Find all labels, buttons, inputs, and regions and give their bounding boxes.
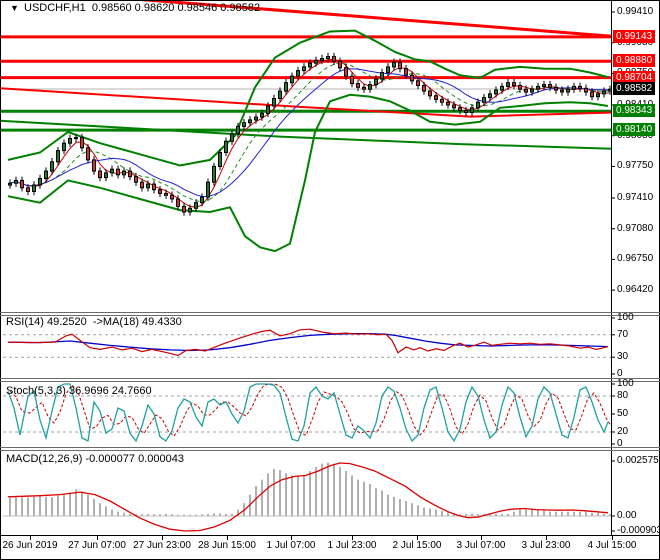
chart-title: USDCHF,H1 0.98560 0.98620 0.98546 0.9858… — [24, 2, 261, 14]
time-axis-label: 26 Jun 2019 — [2, 540, 58, 551]
indicator-level-lines — [3, 334, 611, 517]
price-axis-label: 0.97750 — [617, 160, 654, 172]
time-axis-label: 28 Jun 15:00 — [198, 540, 256, 551]
time-axis: 26 Jun 2019 27 Jun 07:00 27 Jun 23:00 28 Ju… — [0, 536, 660, 560]
stoch-axis-label: 50 — [617, 408, 629, 419]
price-badge: 0.98140 — [613, 123, 656, 137]
price-badge: 0.99143 — [613, 29, 656, 43]
chart-canvas[interactable] — [0, 0, 660, 560]
time-axis-label: 1 Jul 23:00 — [327, 540, 377, 551]
macd-axis-label: 0.00 — [617, 510, 637, 521]
chart-window: ▼ USDCHF,H1 0.98560 0.98620 0.98546 0.98… — [0, 0, 660, 560]
price-axis-label: 0.97080 — [617, 222, 654, 234]
price-badge: 0.98582 — [613, 82, 656, 96]
time-axis-label: 1 Jul 07:00 — [266, 540, 316, 551]
rsi-indicator-label: RSI(14) 49.2520 ->MA(18) 49.4330 — [6, 316, 182, 328]
price-axis-label: 0.96750 — [617, 253, 654, 265]
time-axis-label: 3 Jul 07:00 — [456, 540, 506, 551]
price-axis-label: 0.99410 — [617, 6, 654, 17]
price-axis-label: 0.97410 — [617, 192, 654, 204]
stoch-indicator-label: Stoch(5,3,3) 36.9696 24.7660 — [6, 385, 152, 397]
stoch-axis-label: 20 — [617, 426, 629, 437]
time-axis-label: 2 Jul 15:00 — [392, 540, 442, 551]
time-axis-label: 27 Jun 07:00 — [68, 540, 126, 551]
price-badge: 0.98880 — [613, 54, 656, 68]
macd-signal-line — [7, 462, 609, 532]
panel-frames — [0, 0, 660, 560]
price-axis-label: 0.96420 — [617, 284, 654, 296]
macd-indicator-label: MACD(12,26,9) -0.000077 0.000043 — [6, 453, 184, 465]
time-axis-label: 4 Jul 15:00 — [587, 540, 637, 551]
rsi-axis-label: 100 — [617, 312, 634, 323]
symbol-dropdown-icon[interactable]: ▼ — [10, 3, 19, 13]
rsi-ma-line — [7, 333, 609, 352]
macd-histogram — [9, 462, 611, 516]
macd-axis-label: 0.002575 — [617, 454, 659, 466]
rsi-line — [7, 328, 609, 357]
stoch-axis-label: 100 — [617, 378, 634, 389]
rsi-axis-label: 30 — [617, 351, 629, 363]
stoch-axis-label: 80 — [617, 390, 629, 401]
time-axis-label: 3 Jul 23:00 — [521, 540, 571, 551]
price-axis: 0.994100.990800.987500.984100.980800.977… — [613, 0, 660, 536]
price-badge: 0.98343 — [613, 104, 656, 118]
stoch-axis-label: 0 — [617, 438, 623, 449]
time-axis-label: 27 Jun 23:00 — [133, 540, 191, 551]
macd-axis-label: -0.000903 — [617, 525, 660, 536]
green-trendline[interactable] — [0, 119, 613, 150]
rsi-axis-label: 70 — [617, 328, 629, 340]
